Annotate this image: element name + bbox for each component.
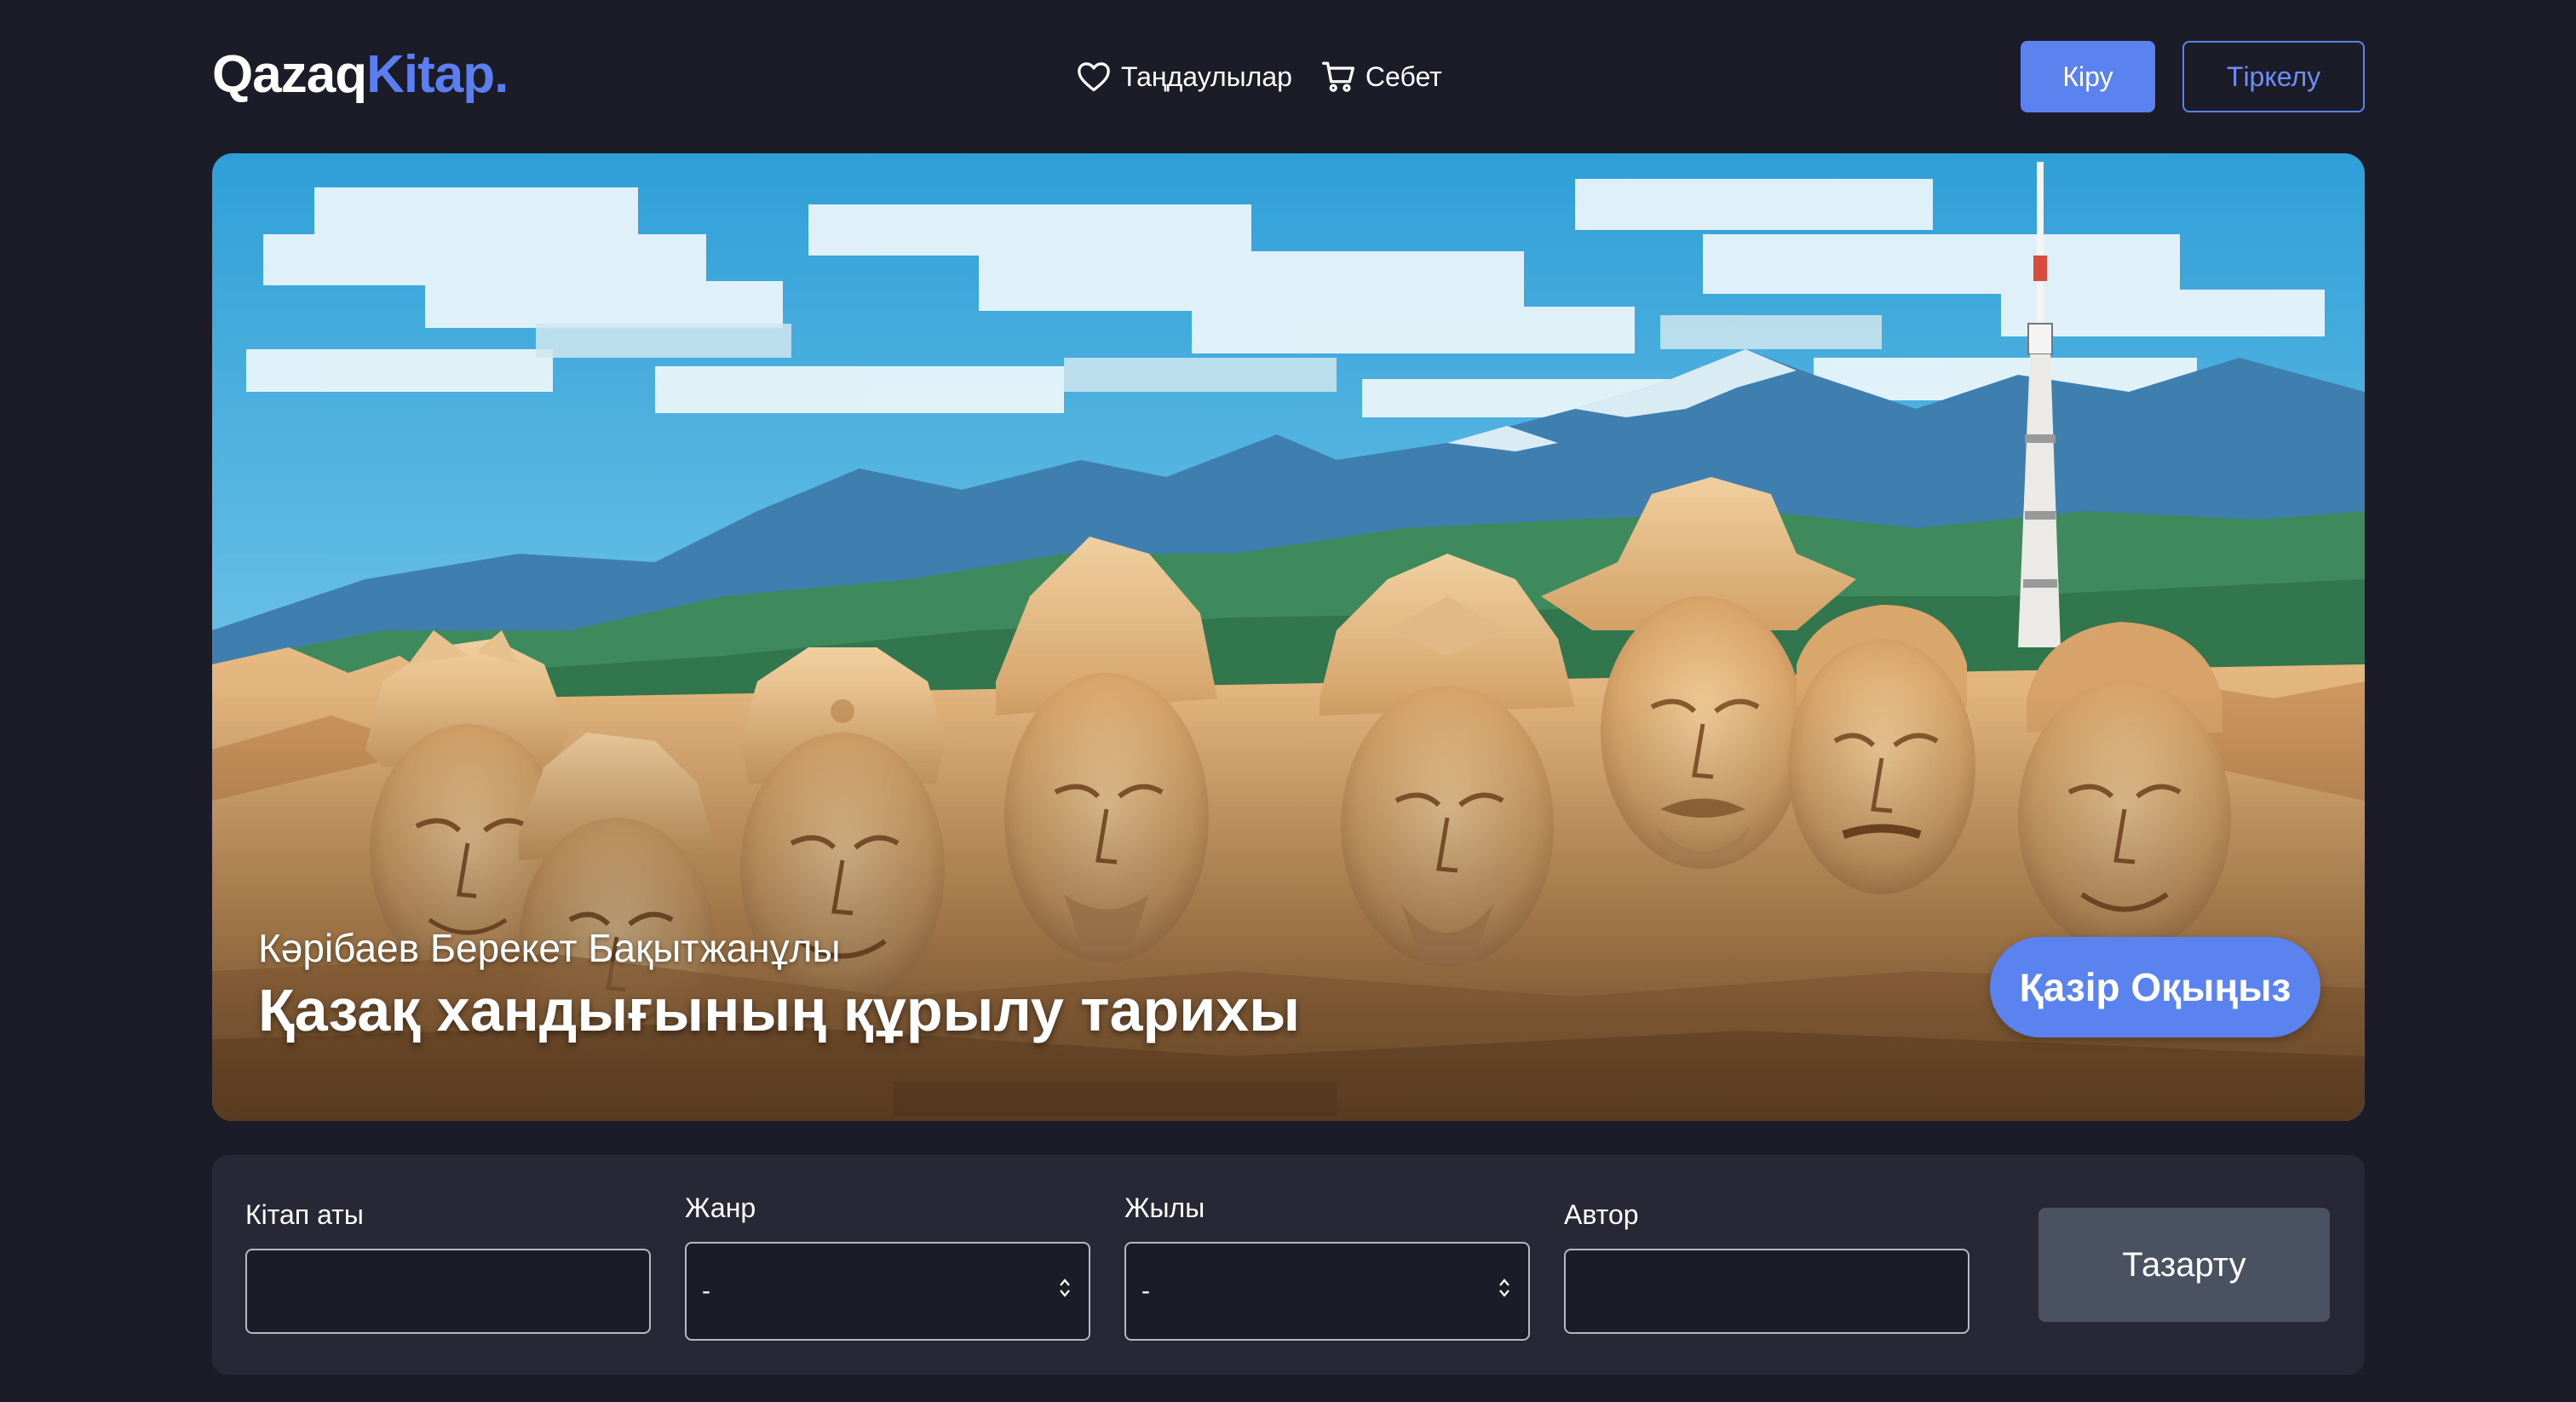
select-updown-icon (1058, 1277, 1072, 1306)
select-updown-icon (1498, 1277, 1511, 1306)
year-label: Жылы (1124, 1192, 1205, 1223)
hero-book-title: Қазақ хандығының құрылу тарихы (258, 977, 1301, 1043)
year-select-value: - (1141, 1277, 1150, 1305)
nav-cart-link[interactable]: Себет (1321, 60, 1442, 93)
year-select[interactable]: - (1124, 1242, 1530, 1341)
logo-text-accent: Kitap. (366, 45, 509, 104)
nav-favorites-link[interactable]: Таңдаулылар (1077, 61, 1292, 93)
cart-icon (1321, 60, 1355, 93)
genre-select[interactable]: - (685, 1242, 1090, 1341)
hero-banner: Кәрібаев Берекет Бақытжанұлы Қазақ ханды… (212, 153, 2365, 1121)
heart-icon (1077, 61, 1111, 92)
search-filters-panel: Кітап аты Жанр - Жылы - Автор Тазарту (212, 1155, 2365, 1375)
book-name-input[interactable] (245, 1249, 651, 1334)
author-input[interactable] (1564, 1249, 1969, 1334)
top-navbar: QazaqKitap. Таңдаулылар Себет Кіру Тірке… (0, 0, 2576, 153)
logo-text-primary: Qazaq (212, 45, 367, 104)
register-button[interactable]: Тіркелу (2182, 41, 2365, 112)
clear-filters-button[interactable]: Тазарту (2038, 1208, 2330, 1322)
read-now-button[interactable]: Қазір Оқыңыз (1990, 937, 2320, 1037)
genre-select-value: - (702, 1277, 710, 1305)
login-button[interactable]: Кіру (2021, 41, 2155, 112)
nav-favorites-label: Таңдаулылар (1121, 60, 1292, 92)
book-name-label: Кітап аты (245, 1199, 364, 1230)
hero-book-author: Кәрібаев Берекет Бақытжанұлы (258, 926, 841, 970)
site-logo[interactable]: QazaqKitap. (212, 44, 509, 106)
main-nav: Таңдаулылар Себет (1077, 56, 1442, 97)
author-label: Автор (1564, 1199, 1639, 1230)
genre-label: Жанр (685, 1192, 756, 1223)
nav-cart-label: Себет (1365, 60, 1442, 92)
